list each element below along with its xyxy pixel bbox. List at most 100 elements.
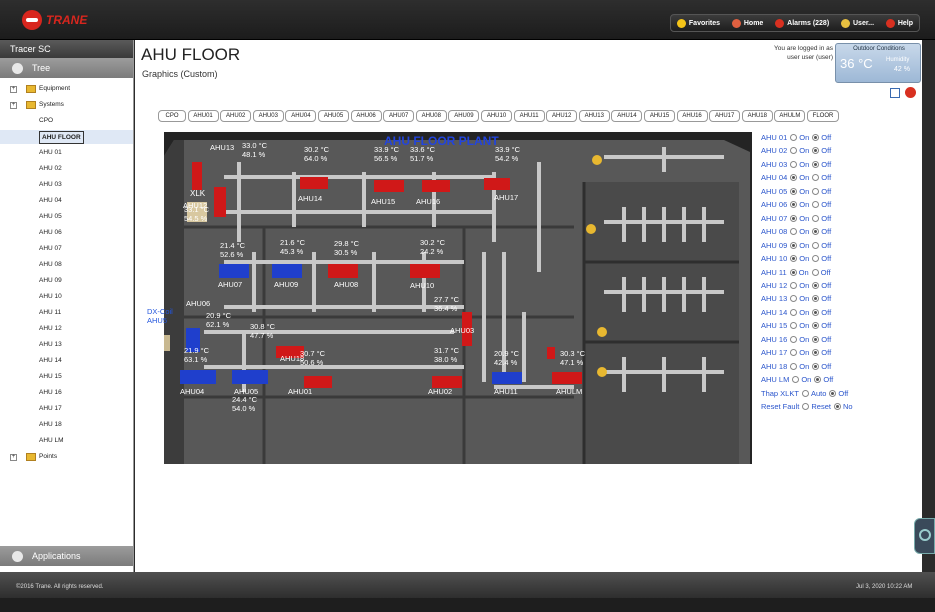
option-2-radio[interactable] bbox=[812, 322, 820, 330]
fullscreen-icon[interactable] bbox=[890, 88, 900, 98]
option-2-radio[interactable] bbox=[812, 281, 820, 289]
tab-ahu13[interactable]: AHU13 bbox=[578, 110, 610, 122]
option-2-radio[interactable] bbox=[812, 201, 820, 209]
unit-name-ahulm[interactable]: AHULM bbox=[556, 388, 582, 396]
option-1-radio[interactable] bbox=[801, 389, 809, 397]
option-1-radio[interactable] bbox=[790, 281, 798, 289]
tab-ahu14[interactable]: AHU14 bbox=[611, 110, 643, 122]
unit-name-ahu17[interactable]: AHU17 bbox=[494, 194, 518, 202]
tree-item[interactable]: AHU FLOOR bbox=[0, 130, 133, 144]
side-panel-toggle[interactable] bbox=[914, 518, 935, 554]
nav-help-link[interactable]: Help bbox=[885, 18, 913, 28]
tab-ahu06[interactable]: AHU06 bbox=[350, 110, 382, 122]
unit-name-ahu01[interactable]: AHU01 bbox=[288, 388, 312, 396]
tree-item[interactable]: AHU LM bbox=[0, 434, 133, 448]
option-2-radio[interactable] bbox=[812, 174, 820, 182]
option-1-radio[interactable] bbox=[802, 403, 810, 410]
close-icon[interactable] bbox=[905, 87, 916, 98]
option-1-radio[interactable] bbox=[790, 214, 798, 222]
unit-name-ahu14[interactable]: AHU14 bbox=[298, 195, 322, 203]
tree-item[interactable]: AHU 10 bbox=[0, 290, 133, 304]
option-1-radio[interactable] bbox=[790, 228, 798, 236]
tree-item[interactable]: AHU 18 bbox=[0, 418, 133, 432]
option-2-radio[interactable] bbox=[812, 160, 820, 168]
option-2-radio[interactable] bbox=[812, 308, 820, 316]
tree-item[interactable]: CPO bbox=[0, 114, 133, 128]
unit-name-ahu13[interactable]: AHU13 bbox=[210, 144, 234, 152]
unit-name-ahu07[interactable]: AHU07 bbox=[218, 281, 242, 289]
option-1-radio[interactable] bbox=[790, 295, 798, 303]
tree-item[interactable]: AHU 11 bbox=[0, 306, 133, 320]
option-2-radio[interactable] bbox=[814, 376, 822, 384]
option-1-radio[interactable] bbox=[790, 255, 798, 263]
option-2-radio[interactable] bbox=[812, 241, 820, 249]
tab-ahu11[interactable]: AHU11 bbox=[513, 110, 545, 122]
tab-ahu02[interactable]: AHU02 bbox=[220, 110, 252, 122]
tree-item[interactable]: AHU 07 bbox=[0, 242, 133, 256]
tree-item[interactable]: AHU 09 bbox=[0, 274, 133, 288]
unit-name-ahu06[interactable]: AHU06 bbox=[186, 300, 210, 308]
option-1-radio[interactable] bbox=[790, 362, 798, 370]
unit-name-ahu04[interactable]: AHU04 bbox=[180, 388, 204, 396]
option-2-radio[interactable] bbox=[829, 389, 837, 397]
option-1-radio[interactable] bbox=[790, 349, 798, 357]
tab-ahu07[interactable]: AHU07 bbox=[383, 110, 415, 122]
unit-name-ahu09[interactable]: AHU09 bbox=[274, 281, 298, 289]
nav-star-link[interactable]: Favorites bbox=[676, 18, 720, 28]
tab-ahu03[interactable]: AHU03 bbox=[252, 110, 284, 122]
tree-item[interactable]: AHU 13 bbox=[0, 338, 133, 352]
unit-name-ahu03[interactable]: AHU03 bbox=[450, 327, 474, 335]
option-2-radio[interactable] bbox=[833, 403, 841, 410]
expand-icon[interactable]: + bbox=[10, 454, 17, 461]
option-1-radio[interactable] bbox=[790, 174, 798, 182]
tab-ahu09[interactable]: AHU09 bbox=[448, 110, 480, 122]
option-1-radio[interactable] bbox=[790, 187, 798, 195]
unit-name-ahu16[interactable]: AHU16 bbox=[416, 198, 440, 206]
option-1-radio[interactable] bbox=[790, 201, 798, 209]
nav-user-link[interactable]: User... bbox=[841, 18, 874, 28]
unit-name-ahu08[interactable]: AHU08 bbox=[334, 281, 358, 289]
tree-item[interactable]: AHU 05 bbox=[0, 210, 133, 224]
option-1-radio[interactable] bbox=[789, 268, 797, 276]
expand-icon[interactable]: + bbox=[10, 102, 17, 109]
option-2-radio[interactable] bbox=[811, 268, 819, 276]
option-1-radio[interactable] bbox=[790, 335, 798, 343]
option-2-radio[interactable] bbox=[812, 349, 820, 357]
option-2-radio[interactable] bbox=[812, 187, 820, 195]
option-2-radio[interactable] bbox=[812, 295, 820, 303]
option-2-radio[interactable] bbox=[812, 255, 820, 263]
tree-item[interactable]: + Points bbox=[0, 450, 133, 464]
option-1-radio[interactable] bbox=[790, 160, 798, 168]
tab-floor[interactable]: FLOOR bbox=[807, 110, 839, 122]
option-2-radio[interactable] bbox=[812, 228, 820, 236]
tree-item[interactable]: + Equipment bbox=[0, 82, 133, 96]
applications-panel-button[interactable]: Applications bbox=[0, 546, 133, 566]
tree-item[interactable]: AHU 04 bbox=[0, 194, 133, 208]
tab-cpo[interactable]: CPO bbox=[158, 110, 186, 122]
tree-item[interactable]: AHU 08 bbox=[0, 258, 133, 272]
option-1-radio[interactable] bbox=[792, 376, 800, 384]
tab-ahu10[interactable]: AHU10 bbox=[481, 110, 512, 122]
option-2-radio[interactable] bbox=[812, 362, 820, 370]
tree-item[interactable]: AHU 16 bbox=[0, 386, 133, 400]
tree-item[interactable]: AHU 15 bbox=[0, 370, 133, 384]
option-1-radio[interactable] bbox=[790, 134, 798, 141]
tree-item[interactable]: AHU 03 bbox=[0, 178, 133, 192]
tree-item[interactable]: AHU 14 bbox=[0, 354, 133, 368]
unit-name-ahu10[interactable]: AHU10 bbox=[410, 282, 434, 290]
tab-ahu08[interactable]: AHU08 bbox=[415, 110, 447, 122]
nav-alarm-link[interactable]: Alarms (228) bbox=[775, 18, 829, 28]
tab-ahu15[interactable]: AHU15 bbox=[644, 110, 675, 122]
tab-ahu16[interactable]: AHU16 bbox=[676, 110, 708, 122]
tree-panel-button[interactable]: Tree bbox=[0, 58, 133, 78]
tab-ahu04[interactable]: AHU04 bbox=[285, 110, 317, 122]
tree-item[interactable]: AHU 02 bbox=[0, 162, 133, 176]
unit-name-ahu15[interactable]: AHU15 bbox=[371, 198, 395, 206]
option-1-radio[interactable] bbox=[790, 241, 798, 249]
option-1-radio[interactable] bbox=[790, 322, 798, 330]
option-1-radio[interactable] bbox=[790, 308, 798, 316]
unit-name-ahu02[interactable]: AHU02 bbox=[428, 388, 452, 396]
option-1-radio[interactable] bbox=[790, 147, 798, 155]
option-2-radio[interactable] bbox=[812, 147, 820, 155]
tab-ahulm[interactable]: AHULM bbox=[774, 110, 806, 122]
